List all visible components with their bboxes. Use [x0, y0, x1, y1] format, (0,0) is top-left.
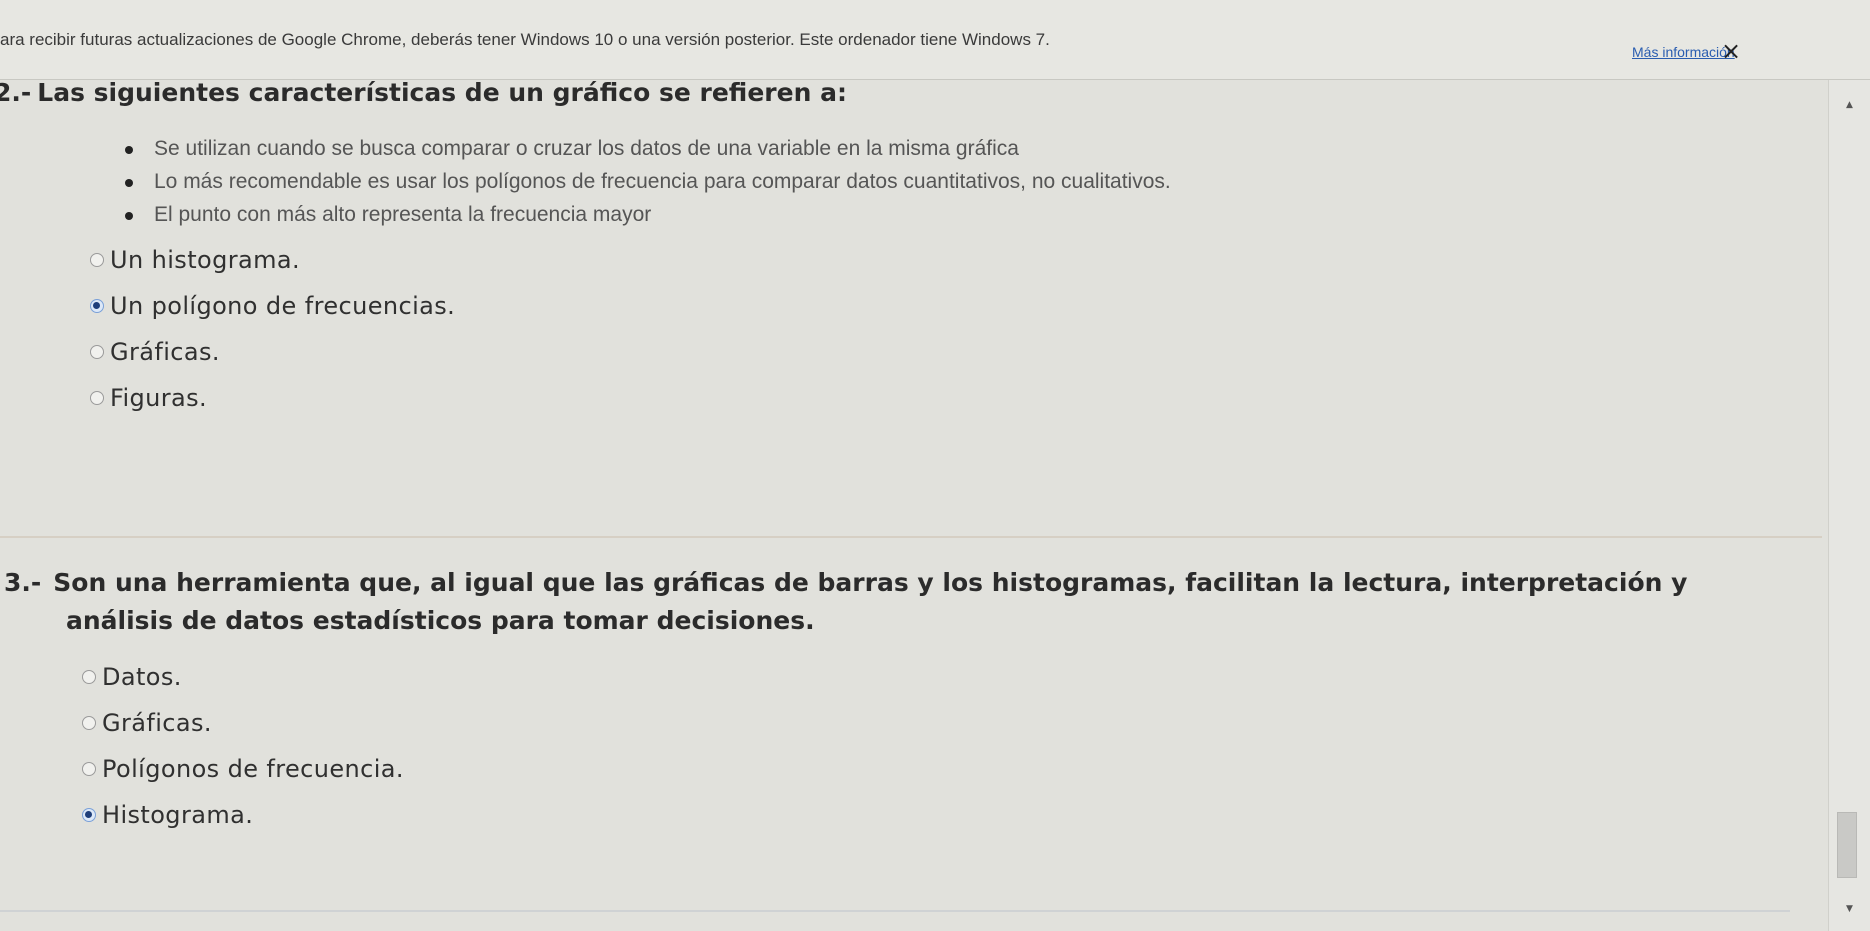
- list-item: Se utilizan cuando se busca comparar o c…: [90, 132, 1820, 165]
- question-divider: [0, 536, 1822, 538]
- option-label: Un polígono de frecuencias.: [110, 292, 456, 320]
- option-label: Gráficas.: [102, 709, 212, 737]
- bullet-icon: [125, 179, 133, 187]
- list-item: El punto con más alto representa la frec…: [90, 198, 1820, 231]
- quiz-content: 2.- Las siguientes características de un …: [0, 78, 1828, 931]
- radio-button[interactable]: [90, 391, 104, 405]
- question-2-option-4[interactable]: Figuras.: [90, 375, 1820, 421]
- radio-button[interactable]: [90, 345, 104, 359]
- question-2-number: 2.-: [0, 78, 32, 107]
- question-2-options: Un histograma. Un polígono de frecuencia…: [0, 237, 1820, 421]
- radio-button[interactable]: [82, 762, 96, 776]
- scrollbar-thumb[interactable]: [1837, 812, 1857, 878]
- question-3-options: Datos. Gráficas. Polígonos de frecuencia…: [0, 654, 1820, 838]
- question-3: 3.- Son una herramienta que, al igual que…: [0, 564, 1820, 838]
- radio-button-selected[interactable]: [82, 808, 96, 822]
- list-item: Lo más recomendable es usar los polígono…: [90, 165, 1820, 198]
- option-label: Histograma.: [102, 801, 254, 829]
- question-2-option-2[interactable]: Un polígono de frecuencias.: [90, 283, 1820, 329]
- option-label: Gráficas.: [110, 338, 220, 366]
- question-2: 2.- Las siguientes características de un …: [0, 78, 1820, 421]
- question-3-number: 3.-: [4, 568, 42, 597]
- chrome-update-infobar: ara recibir futuras actualizaciones de G…: [0, 0, 1870, 80]
- bottom-divider: [0, 910, 1790, 912]
- close-icon[interactable]: ×: [1718, 38, 1744, 64]
- question-3-text: Son una herramienta que, al igual que la…: [53, 568, 1688, 635]
- radio-button[interactable]: [82, 716, 96, 730]
- radio-button[interactable]: [90, 253, 104, 267]
- radio-button-selected[interactable]: [90, 299, 104, 313]
- question-2-text: Las siguientes características de un grá…: [37, 78, 847, 107]
- option-label: Un histograma.: [110, 246, 301, 274]
- bullet-icon: [125, 146, 133, 154]
- infobar-message: ara recibir futuras actualizaciones de G…: [0, 30, 1050, 49]
- question-2-title: 2.- Las siguientes características de un …: [0, 76, 1820, 110]
- bullet-icon: [125, 212, 133, 220]
- option-label: Figuras.: [110, 384, 208, 412]
- question-3-title: 3.- Son una herramienta que, al igual que…: [0, 564, 1766, 640]
- question-2-option-1[interactable]: Un histograma.: [90, 237, 1820, 283]
- option-label: Polígonos de frecuencia.: [102, 755, 404, 783]
- question-3-option-1[interactable]: Datos.: [82, 654, 1820, 700]
- radio-button[interactable]: [82, 670, 96, 684]
- question-2-characteristics: Se utilizan cuando se busca comparar o c…: [0, 132, 1820, 231]
- arrow-down-icon[interactable]: ▼: [1829, 898, 1870, 920]
- question-2-option-3[interactable]: Gráficas.: [90, 329, 1820, 375]
- question-3-option-4[interactable]: Histograma.: [82, 792, 1820, 838]
- question-3-option-2[interactable]: Gráficas.: [82, 700, 1820, 746]
- vertical-scrollbar[interactable]: ▲ ▼: [1828, 80, 1870, 931]
- arrow-up-icon[interactable]: ▲: [1829, 94, 1870, 116]
- question-3-option-3[interactable]: Polígonos de frecuencia.: [82, 746, 1820, 792]
- option-label: Datos.: [102, 663, 182, 691]
